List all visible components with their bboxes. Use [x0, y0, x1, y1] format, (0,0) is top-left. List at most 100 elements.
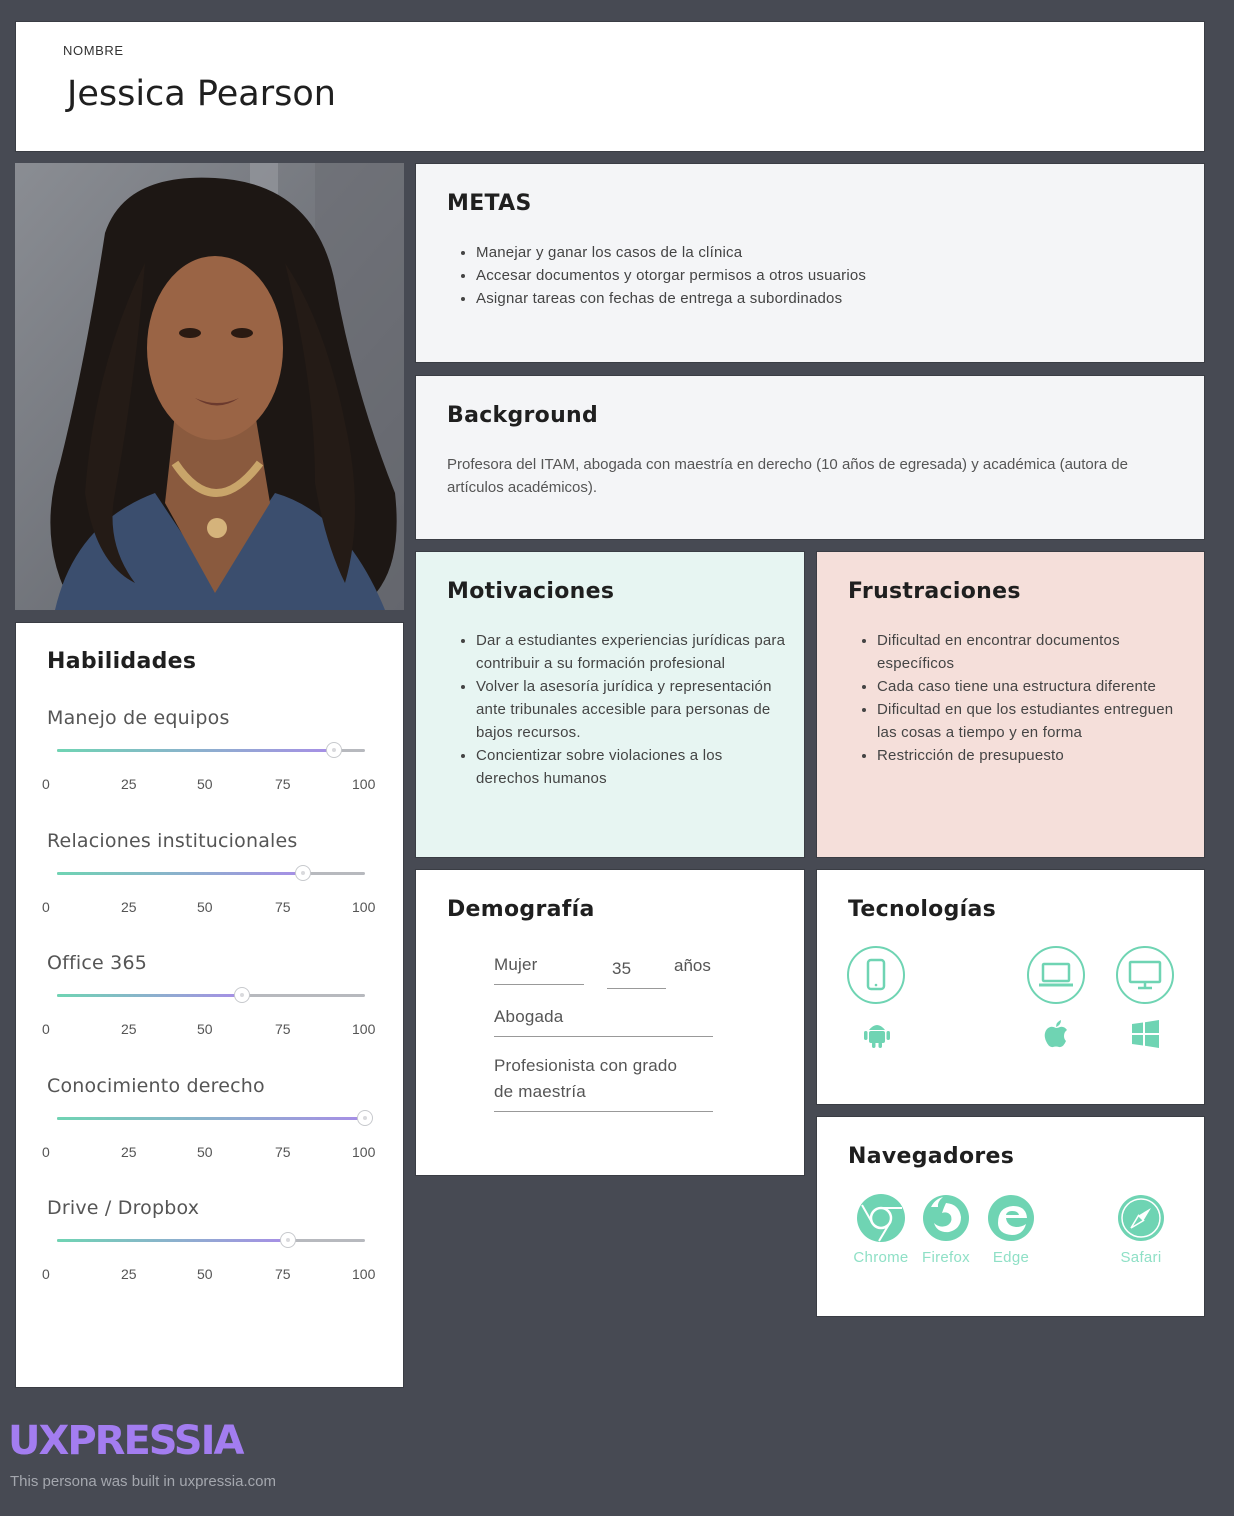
metas-card: METAS Manejar y ganar los casos de la cl…	[415, 163, 1205, 363]
metas-title: METAS	[447, 191, 532, 216]
slider-track[interactable]	[57, 1232, 365, 1248]
metas-list: Manejar y ganar los casos de la clínica …	[476, 241, 866, 310]
portrait-image	[15, 163, 404, 610]
demografia-title: Demografía	[447, 897, 595, 922]
slider-track[interactable]	[57, 1109, 373, 1126]
desktop-icon[interactable]	[1116, 946, 1174, 1004]
slider-handle[interactable]	[233, 987, 250, 1003]
slider-fill	[57, 871, 304, 875]
tick-label: 75	[275, 1021, 291, 1037]
education-line: Profesionista con grado	[494, 1056, 678, 1075]
skill-slider[interactable]: Office 365 0 25 50 75 100	[16, 952, 405, 1074]
name-label: NOMBRE	[63, 43, 124, 58]
tick-label: 50	[197, 776, 213, 792]
slider-track[interactable]	[57, 864, 365, 881]
tick-label: 25	[121, 1143, 137, 1160]
slider-fill	[57, 994, 242, 997]
motivaciones-title: Motivaciones	[447, 579, 615, 604]
background-title: Background	[447, 403, 599, 428]
skill-slider[interactable]: Manejo de equipos 0 25 50 75 100	[16, 707, 405, 829]
slider-fill	[57, 1239, 288, 1242]
tick-label: 0	[42, 1266, 50, 1282]
tick-label: 50	[197, 1021, 213, 1037]
browser-safari[interactable]: Safari	[1106, 1193, 1176, 1266]
motivaciones-list: Dar a estudiantes experiencias jurídicas…	[476, 629, 786, 790]
background-card: Background Profesora del ITAM, abogada c…	[415, 375, 1205, 540]
slider-handle[interactable]	[326, 742, 343, 758]
list-item: Manejar y ganar los casos de la clínica	[476, 241, 866, 264]
browser-label: Chrome	[853, 1249, 909, 1266]
gender-field[interactable]: Mujer	[494, 952, 584, 985]
education-line: de maestría	[494, 1082, 586, 1101]
tick-label: 75	[275, 1143, 291, 1160]
tick-label: 25	[121, 898, 137, 915]
browser-label: Safari	[1120, 1249, 1162, 1266]
browser-label: Firefox	[922, 1249, 970, 1266]
built-with-text[interactable]: This persona was built in uxpressia.com	[10, 1473, 276, 1490]
skill-label: Relaciones institucionales	[47, 829, 298, 852]
navegadores-card: Navegadores Chrome Firefox Edge Safari	[816, 1116, 1205, 1317]
list-item: Cada caso tiene una estructura diferente	[877, 675, 1187, 698]
slider-track[interactable]	[57, 987, 365, 1003]
skill-label: Manejo de equipos	[47, 707, 230, 729]
tick-label: 0	[42, 776, 50, 792]
list-item: Restricción de presupuesto	[877, 744, 1187, 767]
habilidades-title: Habilidades	[47, 649, 197, 674]
list-item: Asignar tareas con fechas de entrega a s…	[476, 287, 866, 310]
slider-fill	[57, 749, 335, 752]
slider-handle[interactable]	[280, 1232, 296, 1248]
tick-label: 100	[352, 898, 376, 915]
laptop-icon[interactable]	[1027, 946, 1085, 1004]
slider-handle[interactable]	[357, 1109, 373, 1126]
navegadores-title: Navegadores	[848, 1144, 1015, 1169]
list-item: Dificultad en encontrar documentos espec…	[877, 629, 1187, 675]
smartphone-icon[interactable]	[847, 946, 905, 1004]
tick-label: 50	[197, 1143, 213, 1160]
windows-icon	[1132, 1020, 1159, 1048]
browser-chrome[interactable]: Chrome	[846, 1193, 916, 1266]
skill-label: Conocimiento derecho	[47, 1074, 265, 1097]
slider-handle[interactable]	[295, 864, 312, 881]
age-unit-label: años	[674, 956, 711, 975]
habilidades-card: Habilidades Manejo de equipos 0 25 50 75 100 R…	[15, 622, 404, 1388]
tick-label: 0	[42, 1143, 50, 1160]
tick-label: 25	[121, 1266, 137, 1282]
skill-slider[interactable]: Relaciones institucionales 0 25 50 75 100	[16, 830, 405, 952]
list-item: Concientizar sobre violaciones a los der…	[476, 744, 786, 790]
skill-slider[interactable]: Conocimiento derecho 0 25 50 75 100	[16, 1075, 405, 1197]
persona-name[interactable]: Jessica Pearson	[67, 74, 336, 114]
tecnologias-card: Tecnologías	[816, 869, 1205, 1105]
list-item: Accesar documentos y otorgar permisos a …	[476, 264, 866, 287]
list-item: Dificultad en que los estudiantes entreg…	[877, 698, 1187, 744]
age-field[interactable]: 35	[607, 956, 666, 989]
android-icon	[864, 1025, 890, 1048]
skill-label: Drive / Dropbox	[47, 1197, 200, 1219]
slider-track[interactable]	[57, 742, 365, 758]
firefox-icon	[923, 1195, 969, 1241]
tick-label: 25	[121, 1021, 137, 1037]
frustraciones-list: Dificultad en encontrar documentos espec…	[877, 629, 1187, 767]
tecnologias-title: Tecnologías	[848, 897, 997, 922]
apple-icon	[1044, 1020, 1067, 1048]
uxpressia-logo[interactable]: UXPRESSIA	[8, 1418, 244, 1464]
safari-icon	[1118, 1195, 1164, 1241]
tick-label: 100	[352, 776, 376, 792]
browser-firefox[interactable]: Firefox	[911, 1193, 981, 1266]
chrome-icon	[857, 1194, 905, 1242]
frustraciones-card: Frustraciones Dificultad en encontrar do…	[816, 551, 1205, 858]
tick-label: 75	[275, 1266, 291, 1282]
occupation-field[interactable]: Abogada	[494, 1004, 713, 1037]
education-field[interactable]: Profesionista con grado de maestría	[494, 1053, 713, 1112]
tick-label: 25	[121, 776, 137, 792]
tick-label: 50	[197, 1266, 213, 1282]
tick-label: 0	[42, 898, 50, 915]
skill-slider[interactable]: Drive / Dropbox 0 25 50 75 100	[16, 1197, 405, 1319]
edge-icon	[988, 1195, 1034, 1241]
demografia-card: Demografía Mujer 35 años Abogada Profesi…	[415, 869, 805, 1176]
persona-photo[interactable]	[15, 163, 404, 610]
motivaciones-card: Motivaciones Dar a estudiantes experienc…	[415, 551, 805, 858]
background-text[interactable]: Profesora del ITAM, abogada con maestría…	[447, 453, 1167, 499]
browser-edge[interactable]: Edge	[976, 1193, 1046, 1266]
tick-label: 50	[197, 898, 213, 915]
tick-label: 75	[275, 776, 291, 792]
